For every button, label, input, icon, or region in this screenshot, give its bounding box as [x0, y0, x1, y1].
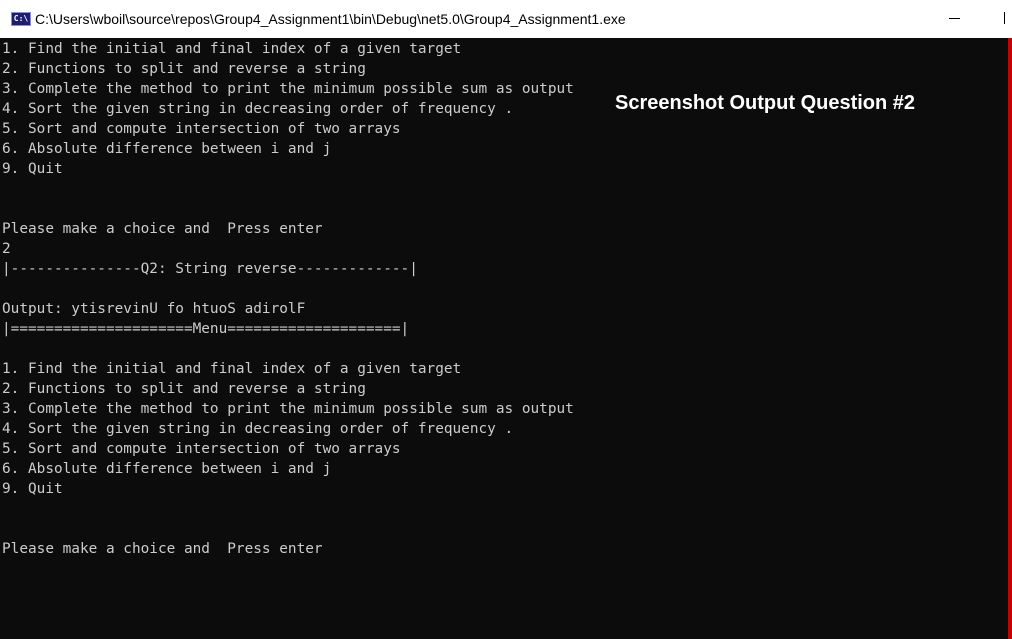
- console-line: 9. Quit: [2, 481, 63, 497]
- console-line: 3. Complete the method to print the mini…: [2, 401, 574, 417]
- maximize-button[interactable]: [1004, 12, 1005, 24]
- console-input: 2: [2, 241, 11, 257]
- console-line: 6. Absolute difference between i and j: [2, 141, 332, 157]
- console-line: 1. Find the initial and final index of a…: [2, 41, 462, 57]
- output-line: Output: ytisrevinU fo htuoS adirolF: [2, 301, 306, 317]
- console-prompt: Please make a choice and Press enter: [2, 221, 323, 237]
- console-line: 1. Find the initial and final index of a…: [2, 361, 462, 377]
- section-header: |---------------Q2: String reverse------…: [2, 261, 418, 277]
- console-line: 5. Sort and compute intersection of two …: [2, 441, 401, 457]
- console-prompt: Please make a choice and Press enter: [2, 541, 323, 557]
- console-line: 2. Functions to split and reverse a stri…: [2, 61, 366, 77]
- console-line: 6. Absolute difference between i and j: [2, 461, 332, 477]
- console-app-icon: C:\: [11, 12, 31, 26]
- console-line: 2. Functions to split and reverse a stri…: [2, 381, 366, 397]
- screenshot-caption: Screenshot Output Question #2: [615, 92, 916, 114]
- console-line: 9. Quit: [2, 161, 63, 177]
- window-edge: [1008, 38, 1012, 639]
- window-titlebar[interactable]: C:\ C:\Users\wboil\source\repos\Group4_A…: [0, 0, 1012, 38]
- minimize-button[interactable]: [932, 0, 978, 38]
- console-line: 4. Sort the given string in decreasing o…: [2, 421, 514, 437]
- window-title: C:\Users\wboil\source\repos\Group4_Assig…: [35, 11, 626, 27]
- console-output[interactable]: 1. Find the initial and final index of a…: [2, 39, 1002, 559]
- menu-header: |=====================Menu==============…: [2, 321, 410, 337]
- console-line: 5. Sort and compute intersection of two …: [2, 121, 401, 137]
